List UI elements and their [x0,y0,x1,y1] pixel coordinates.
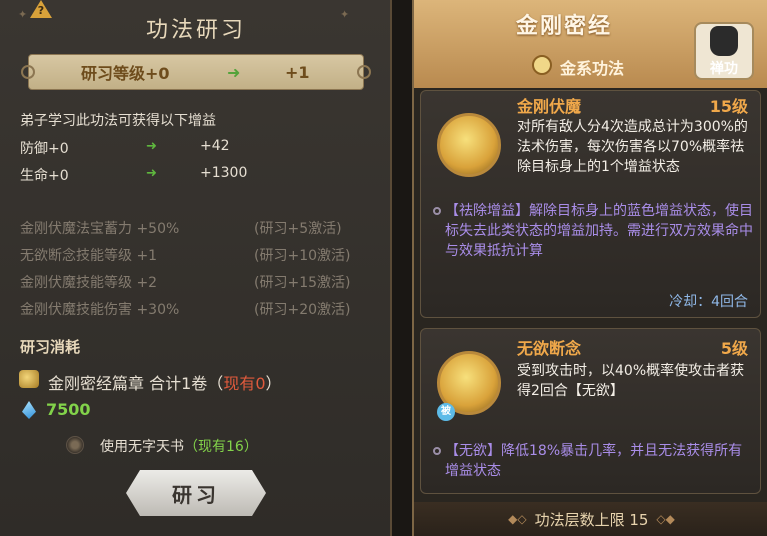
skill-level: 15级 [709,97,748,116]
benefit-intro: 弟子学习此功法可获得以下增益 [20,113,216,129]
cost-title: 研习消耗 [20,338,81,356]
bonus-unlock: (研习+10激活) [254,248,351,264]
ornament-icon: ◇◆ [656,512,675,526]
bonus-text: 无欲断念技能等级 +1 [20,248,158,264]
bonus-unlock: (研习+20激活) [254,302,351,318]
bullet-icon [433,447,441,455]
skill-desc: 对所有敌人分4次造成总计为300%的法术伤害，每次伤害各以70%概率祛除目标身上… [517,119,748,175]
skill-extra: 【无欲】降低18%暴击几率，并且无法获得所有增益状态 [445,443,743,479]
technique-detail-panel: 金刚密经 金系功法 禅功 金刚伏魔 15级 对所有敌人分4次造成总计为300%的… [412,0,767,536]
arrow-right-icon: ➜ [146,139,157,154]
skill-cooldown: 冷却：4回合 [669,294,748,310]
skill-card: 被 无欲断念 5级 受到攻击时，以40%概率使攻击者获得2回合【无欲】 【无欲】… [420,328,761,494]
use-book-label: 使用无字天书 [100,439,184,455]
skill-level: 5级 [720,339,748,358]
skill-name: 无欲断念 [517,339,582,358]
use-book-owned: （现有16） [184,439,258,455]
bonus-unlock: (研习+15激活) [254,275,351,291]
passive-badge: 被 [437,403,455,421]
skill-name: 金刚伏魔 [517,97,582,116]
gem-amount: 7500 [46,400,91,419]
technique-type: 金系功法 [560,59,625,78]
stat-label: 生命+0 [20,168,69,184]
technique-header: 金刚密经 金系功法 禅功 [414,0,767,88]
cost-item: 金刚密经篇章 [48,374,145,393]
gem-icon [22,401,36,419]
hand-icon [710,26,738,56]
arrow-right-icon: ➜ [146,166,157,181]
cost-total: 合计1卷 [149,374,208,393]
cost-owned: 现有0 [223,374,266,393]
cost-owned-close: ） [265,374,282,393]
layer-limit: 功法层数上限 15 [534,510,649,529]
skill-extra: 【祛除增益】解除目标身上的蓝色增益状态，使目标失去此类状态的增益加持。需进行双方… [445,203,753,259]
study-level-next: +1 [285,62,310,82]
stat-value: +1300 [200,165,248,181]
buddha-skill-icon [437,113,501,177]
bonus-text: 金刚伏魔法宝蓄力 +50% [20,221,180,237]
scroll-icon [19,370,39,388]
skill-card: 金刚伏魔 15级 对所有敌人分4次造成总计为300%的法术伤害，每次伤害各以70… [420,90,761,318]
metal-element-icon [532,55,552,75]
category-label: 禅功 [710,61,738,77]
stat-value: +42 [200,138,230,154]
study-level-label: 研习等级+0 [81,64,170,83]
ornament-icon: ◆◇ [508,512,527,526]
cost-line: 金刚密经篇章 合计1卷（现有0） [48,370,282,394]
arrow-right-icon: ➜ [227,62,241,82]
study-panel: ? ✦ ✦ 功法研习 研习等级+0 ➜ +1 弟子学习此功法可获得以下增益 防御… [0,0,392,536]
use-book-checkbox[interactable] [66,436,84,454]
stat-label: 防御+0 [20,141,69,157]
use-book-line: 使用无字天书（现有16） [100,436,258,456]
bonus-text: 金刚伏魔技能等级 +2 [20,275,158,291]
layer-limit-footer: ◆◇ 功法层数上限 15 ◇◆ [414,502,767,536]
cost-owned-open: （ [207,374,224,393]
bullet-icon [433,207,441,215]
skill-desc: 受到攻击时，以40%概率使攻击者获得2回合【无欲】 [517,363,745,399]
ornament-icon [357,65,371,79]
ornament-icon [21,65,35,79]
study-level-bar: 研习等级+0 ➜ +1 [21,54,371,90]
technique-title: 金刚密经 [515,14,612,39]
bonus-unlock: (研习+5激活) [254,221,342,237]
bonus-text: 金刚伏魔技能伤害 +30% [20,302,180,318]
panel-title: 功法研习 [145,18,246,43]
study-button[interactable]: 研习 [126,470,266,516]
